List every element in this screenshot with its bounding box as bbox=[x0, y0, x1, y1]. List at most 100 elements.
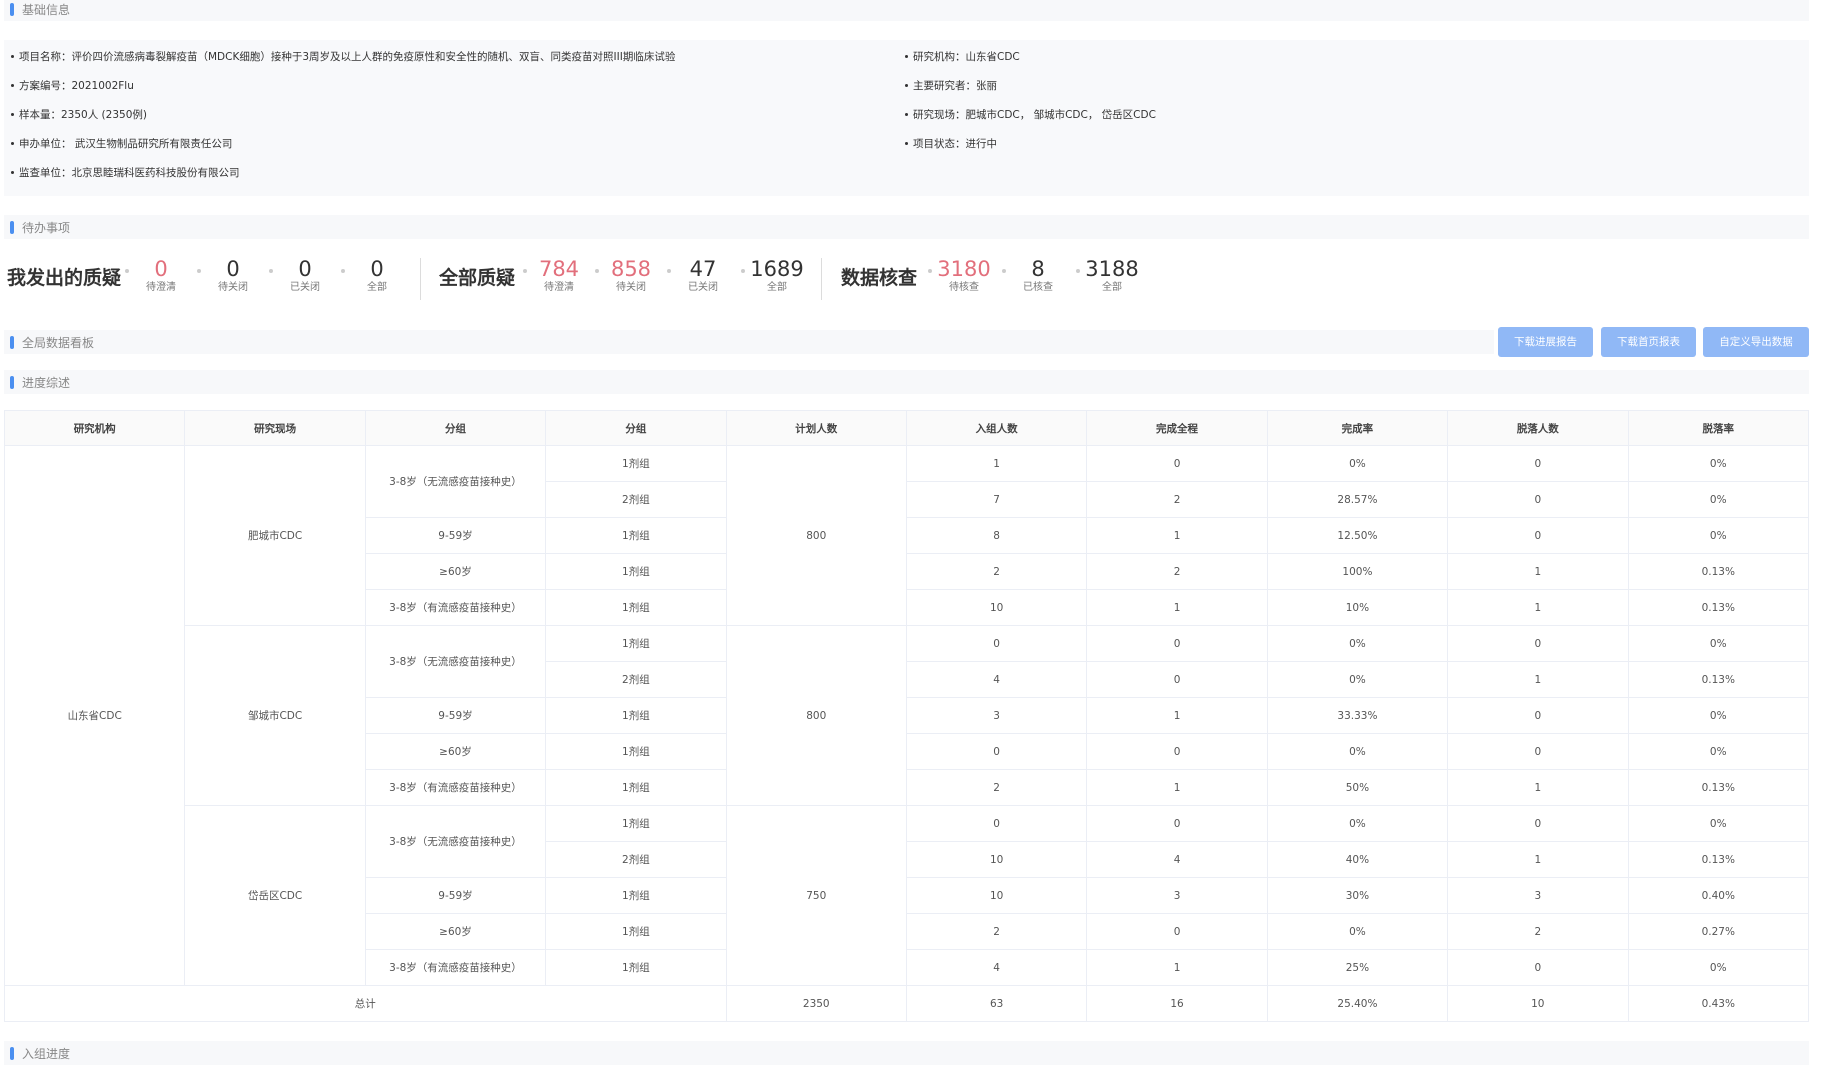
cell-dropouts: 1 bbox=[1447, 553, 1629, 590]
cell-enrolled: 1 bbox=[905, 445, 1088, 482]
stat-all-closed[interactable]: 47 已关闭 bbox=[667, 256, 733, 294]
cell-completion-rate: 0% bbox=[1266, 445, 1449, 482]
stat-label: 全部 bbox=[1102, 282, 1122, 293]
stat-label: 待核查 bbox=[949, 282, 979, 293]
stat-number: 0 bbox=[154, 257, 168, 281]
cell-dropouts: 0 bbox=[1447, 805, 1629, 842]
cell-group: 3-8岁（有流感疫苗接种史） bbox=[364, 769, 547, 806]
cell-site: 岱岳区CDC bbox=[184, 805, 366, 986]
cell-dose-group: 1剂组 bbox=[545, 625, 727, 662]
cell-group: ≥60岁 bbox=[364, 733, 547, 770]
cell-enrolled: 2 bbox=[905, 553, 1088, 590]
column-header: 脱落人数 bbox=[1447, 410, 1629, 446]
cell-total-dropout-rate: 0.43% bbox=[1627, 985, 1810, 1022]
stat-number: 784 bbox=[538, 257, 580, 281]
cell-dose-group: 1剂组 bbox=[545, 733, 727, 770]
cell-completed: 2 bbox=[1086, 481, 1268, 518]
cell-completion-rate: 10% bbox=[1266, 589, 1449, 626]
stat-dot bbox=[1002, 269, 1006, 273]
cell-dose-group: 1剂组 bbox=[545, 877, 727, 914]
stat-dot bbox=[341, 269, 345, 273]
cell-planned: 800 bbox=[725, 625, 907, 806]
all-queries-title: 全部质疑 bbox=[439, 267, 516, 289]
cell-dropouts: 3 bbox=[1447, 877, 1629, 914]
cell-dose-group: 1剂组 bbox=[545, 697, 727, 734]
column-header: 分组 bbox=[364, 410, 547, 446]
cell-group: 3-8岁（无流感疫苗接种史） bbox=[364, 445, 547, 518]
cell-dropout-rate: 0.40% bbox=[1627, 877, 1810, 914]
cell-enrolled: 0 bbox=[905, 625, 1088, 662]
cell-completed: 0 bbox=[1086, 661, 1268, 698]
info-sample-size: 样本量：2350人 (2350例) bbox=[4, 105, 675, 134]
cell-dropouts: 0 bbox=[1447, 949, 1629, 986]
cell-planned: 800 bbox=[725, 445, 907, 626]
cell-total-completed: 16 bbox=[1086, 985, 1268, 1022]
info-status: 项目状态：进行中 bbox=[898, 134, 1156, 163]
info-left-column: 项目名称：评价四价流感病毒裂解疫苗（MDCK细胞）接种于3周岁及以上人群的免疫原… bbox=[4, 47, 675, 192]
cell-dose-group: 1剂组 bbox=[545, 589, 727, 626]
cell-dose-group: 1剂组 bbox=[545, 553, 727, 590]
stat-dot bbox=[523, 269, 527, 273]
cell-enrolled: 8 bbox=[905, 517, 1088, 554]
download-homepage-report-button[interactable]: 下载首页报表 bbox=[1601, 327, 1696, 357]
cell-dropouts: 0 bbox=[1447, 481, 1629, 518]
my-queries-title: 我发出的质疑 bbox=[7, 267, 122, 289]
section-marker bbox=[10, 2, 14, 16]
cell-enrolled: 2 bbox=[905, 769, 1088, 806]
cell-dropout-rate: 0.13% bbox=[1627, 661, 1810, 698]
column-header: 脱落率 bbox=[1627, 410, 1810, 446]
stat-check-all[interactable]: 3188 全部 bbox=[1076, 256, 1142, 294]
stat-my-all[interactable]: 0 全部 bbox=[341, 256, 407, 294]
cell-completed: 0 bbox=[1086, 805, 1268, 842]
bullet-dot bbox=[905, 141, 908, 145]
cell-completion-rate: 33.33% bbox=[1266, 697, 1449, 734]
info-pi: 主要研究者：张丽 bbox=[898, 76, 1156, 105]
cell-enrolled: 4 bbox=[905, 661, 1088, 698]
cell-completed: 0 bbox=[1086, 445, 1268, 482]
cell-completion-rate: 0% bbox=[1266, 661, 1449, 698]
stat-number: 0 bbox=[370, 257, 384, 281]
column-header: 完成全程 bbox=[1086, 410, 1268, 446]
cell-total-dropouts: 10 bbox=[1447, 985, 1629, 1022]
cell-dropout-rate: 0% bbox=[1627, 481, 1810, 518]
section-title: 基础信息 bbox=[22, 2, 71, 17]
bullet-dot bbox=[11, 83, 14, 87]
stat-check-done[interactable]: 8 已核查 bbox=[1002, 256, 1068, 294]
stat-dot bbox=[741, 269, 745, 273]
info-institution: 研究机构：山东省CDC bbox=[898, 47, 1156, 76]
table-body: 山东省CDC 肥城市CDC 3-8岁（无流感疫苗接种史） 1剂组 800 1 0 0% 0 0% 2… bbox=[3, 445, 1810, 1022]
custom-export-button[interactable]: 自定义导出数据 bbox=[1703, 327, 1809, 357]
cell-completed: 1 bbox=[1086, 697, 1268, 734]
stat-all-pending-clarify[interactable]: 784 待澄清 bbox=[523, 256, 589, 294]
stat-label: 已核查 bbox=[1023, 282, 1053, 293]
cell-dropout-rate: 0% bbox=[1627, 733, 1810, 770]
stat-all-total[interactable]: 1689 全部 bbox=[741, 256, 807, 294]
cell-dropouts: 0 bbox=[1447, 697, 1629, 734]
cell-group: 9-59岁 bbox=[364, 697, 547, 734]
stat-number: 858 bbox=[610, 257, 652, 281]
cell-dose-group: 2剂组 bbox=[545, 481, 727, 518]
cell-completion-rate: 0% bbox=[1266, 733, 1449, 770]
cell-group: 3-8岁（无流感疫苗接种史） bbox=[364, 805, 547, 878]
cell-enrolled: 2 bbox=[905, 913, 1088, 950]
cell-completed: 3 bbox=[1086, 877, 1268, 914]
stat-my-pending-close[interactable]: 0 待关闭 bbox=[197, 256, 263, 294]
stat-label: 待澄清 bbox=[146, 282, 176, 293]
cell-dropouts: 1 bbox=[1447, 589, 1629, 626]
basic-info-panel: 项目名称：评价四价流感病毒裂解疫苗（MDCK细胞）接种于3周岁及以上人群的免疫原… bbox=[4, 40, 1809, 196]
cell-dose-group: 2剂组 bbox=[545, 841, 727, 878]
download-progress-report-button[interactable]: 下载进展报告 bbox=[1498, 327, 1593, 357]
cell-group: 3-8岁（有流感疫苗接种史） bbox=[364, 949, 547, 986]
cell-enrolled: 0 bbox=[905, 733, 1088, 770]
stat-dot bbox=[269, 269, 273, 273]
column-header: 研究机构 bbox=[3, 410, 186, 446]
stat-all-pending-close[interactable]: 858 待关闭 bbox=[595, 256, 661, 294]
cell-dropout-rate: 0.13% bbox=[1627, 841, 1810, 878]
stat-label: 待关闭 bbox=[218, 282, 248, 293]
stat-check-pending[interactable]: 3180 待核查 bbox=[928, 256, 994, 294]
table-row: 邹城市CDC 3-8岁（无流感疫苗接种史） 1剂组 800 0 0 0% 0 0% bbox=[5, 625, 1810, 806]
cell-enrolled: 0 bbox=[905, 805, 1088, 842]
stat-my-closed[interactable]: 0 已关闭 bbox=[269, 256, 335, 294]
cell-completed: 1 bbox=[1086, 769, 1268, 806]
stat-my-pending-clarify[interactable]: 0 待澄清 bbox=[125, 256, 191, 294]
